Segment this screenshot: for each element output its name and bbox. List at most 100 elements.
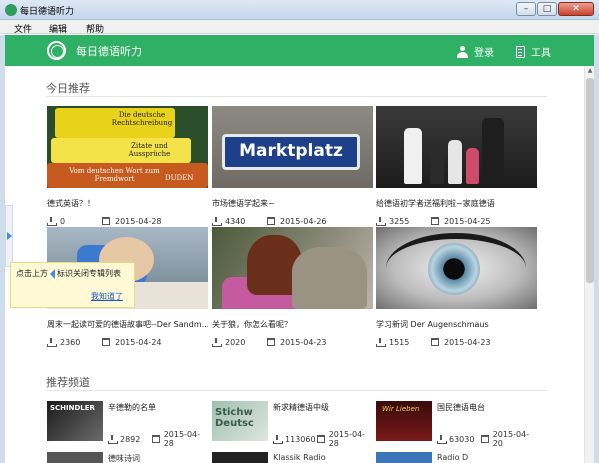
download-icon xyxy=(273,435,283,444)
thumb-text: Die deutsche Rechtschreibung xyxy=(111,111,173,127)
channel-item[interactable]: Wir Lieben 国民德语电台 63030 2015-04-20 xyxy=(376,401,536,448)
tools-icon xyxy=(516,45,525,58)
channel-name[interactable]: 辛德勒的名单 xyxy=(108,402,156,413)
thumb-text: Stichw Deutsc xyxy=(215,407,254,429)
user-icon xyxy=(457,45,468,58)
card-title[interactable]: 关于狼，你怎么看呢？ xyxy=(212,319,373,330)
card-6[interactable]: 学习新词 Der Augenschmaus 1515 2015-04-23 xyxy=(376,227,537,348)
download-count: 63030 xyxy=(449,434,475,444)
channel-thumbnail[interactable]: Wir Lieben xyxy=(376,401,432,441)
card-title[interactable]: 德式英语？！ xyxy=(47,198,208,209)
download-icon xyxy=(47,338,57,347)
calendar-icon xyxy=(317,435,325,443)
channel-item[interactable]: Stichw Deutsc 新求精德语中级 113060 2015-04-28 xyxy=(212,401,372,448)
card-thumbnail[interactable] xyxy=(212,227,373,309)
card-3[interactable]: 给德语初学者送福利啦~家庭德语 3255 2015-04-25 xyxy=(376,106,537,227)
card-thumbnail[interactable]: Die deutsche Rechtschreibung Zitate und … xyxy=(47,106,208,188)
app-icon xyxy=(5,4,17,16)
card-date: 2015-04-23 xyxy=(444,337,491,347)
download-icon xyxy=(437,435,447,444)
calendar-icon xyxy=(267,217,275,225)
menu-edit[interactable]: 编辑 xyxy=(49,22,67,35)
channel-thumbnail[interactable]: SCHINDLER xyxy=(47,401,103,441)
calendar-icon xyxy=(481,435,489,443)
card-title[interactable]: 学习新词 Der Augenschmaus xyxy=(376,319,537,330)
arrow-left-icon xyxy=(50,268,55,279)
thumb-text: Marktplatz xyxy=(239,141,343,161)
card-title[interactable]: 周末一起读可爱的德语故事吧--Der Sandm... xyxy=(47,319,208,330)
minimize-button[interactable]: – xyxy=(516,2,536,16)
card-date: 2015-04-23 xyxy=(280,337,327,347)
maximize-button[interactable]: □ xyxy=(537,2,557,16)
thumb-text: Vom deutschen Wort zum Fremdwort xyxy=(69,167,160,183)
logo-icon xyxy=(47,41,66,60)
download-count: 2892 xyxy=(120,434,141,444)
album-list-toggle[interactable] xyxy=(5,205,13,267)
calendar-icon xyxy=(431,338,439,346)
calendar-icon xyxy=(431,217,439,225)
card-thumbnail[interactable] xyxy=(376,106,537,188)
download-count: 3255 xyxy=(389,216,410,226)
card-date: 2015-04-26 xyxy=(280,216,327,226)
menu-help[interactable]: 帮助 xyxy=(86,22,104,35)
card-2[interactable]: Marktplatz 市场德语学起来~ 4340 2015-04-26 xyxy=(212,106,373,227)
scroll-up-arrow-icon[interactable]: ▲ xyxy=(585,66,595,76)
menubar: 文件 编辑 帮助 xyxy=(0,20,599,35)
download-count: 2020 xyxy=(225,337,246,347)
channel-date: 2015-04-28 xyxy=(163,430,201,448)
tooltip-dismiss-link[interactable]: 我知道了 xyxy=(91,291,123,302)
download-count: 1515 xyxy=(389,337,410,347)
window-title: 每日德语听力 xyxy=(20,7,75,17)
download-count: 113060 xyxy=(285,434,316,444)
thumb-text: Wir Lieben xyxy=(382,405,420,413)
download-icon xyxy=(376,217,386,226)
menu-file[interactable]: 文件 xyxy=(14,22,32,35)
download-count: 4340 xyxy=(225,216,246,226)
channel-name[interactable]: 新求精德语中级 xyxy=(273,402,329,413)
card-date: 2015-04-24 xyxy=(115,337,162,347)
calendar-icon xyxy=(102,338,110,346)
vertical-scrollbar[interactable]: ▲ xyxy=(584,66,594,463)
channel-name[interactable]: Klassik Radio xyxy=(273,453,326,462)
divider xyxy=(46,96,547,97)
section-title-channels: 推荐频道 xyxy=(46,376,90,389)
tools-button[interactable]: 工具 xyxy=(516,44,551,59)
card-5[interactable]: 关于狼，你怎么看呢？ 2020 2015-04-23 xyxy=(212,227,373,348)
tools-label: 工具 xyxy=(531,48,551,59)
download-icon xyxy=(212,217,222,226)
channel-item[interactable]: SCHINDLER 辛德勒的名单 2892 2015-04-28 xyxy=(47,401,207,448)
download-icon xyxy=(212,338,222,347)
download-count: 2360 xyxy=(60,337,81,347)
window-titlebar[interactable]: 每日德语听力 – □ ✕ xyxy=(0,0,599,20)
calendar-icon xyxy=(102,217,110,225)
card-thumbnail[interactable] xyxy=(376,227,537,309)
app-title: 每日德语听力 xyxy=(76,45,142,58)
channel-name[interactable]: Radio D xyxy=(437,453,468,462)
thumb-text: SCHINDLER xyxy=(50,404,95,412)
login-button[interactable]: 登录 xyxy=(457,44,494,59)
close-button[interactable]: ✕ xyxy=(558,2,594,16)
channel-thumbnail[interactable]: Stichw Deutsc xyxy=(212,401,268,441)
login-label: 登录 xyxy=(474,48,494,59)
download-count: 0 xyxy=(60,216,66,226)
card-title[interactable]: 市场德语学起来~ xyxy=(212,198,373,209)
channel-thumbnail[interactable] xyxy=(212,452,268,463)
calendar-icon xyxy=(267,338,275,346)
calendar-icon xyxy=(152,435,160,443)
window-frame-right xyxy=(594,35,599,463)
channel-name[interactable]: 国民德语电台 xyxy=(437,402,485,413)
download-icon xyxy=(47,217,57,226)
channel-name[interactable]: 德味诗词 xyxy=(108,453,140,463)
channel-date: 2015-04-20 xyxy=(492,430,530,448)
card-1[interactable]: Die deutsche Rechtschreibung Zitate und … xyxy=(47,106,208,227)
card-title[interactable]: 给德语初学者送福利啦~家庭德语 xyxy=(376,198,537,209)
download-icon xyxy=(376,338,386,347)
channel-thumbnail[interactable] xyxy=(47,452,103,463)
channel-thumbnail[interactable] xyxy=(376,452,432,463)
app-header: 每日德语听力 登录 工具 xyxy=(5,35,594,66)
guide-tooltip: 点击上方 标识关闭专辑列表 我知道了 xyxy=(10,262,135,308)
card-date: 2015-04-28 xyxy=(115,216,162,226)
scrollbar-thumb[interactable] xyxy=(586,78,594,283)
card-date: 2015-04-25 xyxy=(444,216,491,226)
card-thumbnail[interactable]: Marktplatz xyxy=(212,106,373,188)
